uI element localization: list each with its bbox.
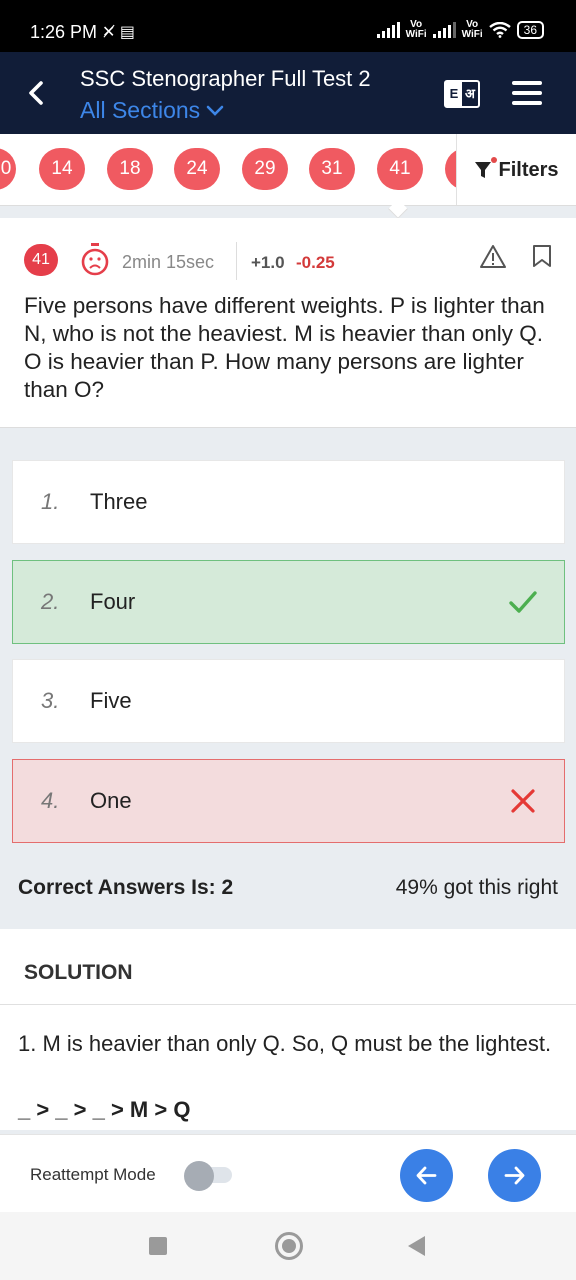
question-chip[interactable]: 18	[107, 148, 153, 190]
solution-text: 1. M is heavier than only Q. So, Q must …	[18, 1031, 552, 1056]
section-selector-label: All Sections	[80, 97, 201, 123]
option-number: 1.	[41, 489, 60, 514]
question-navigator: 0 14 18 24 29 31 41 Filters	[0, 134, 576, 206]
solution-equation: _ > _ > _ > M > Q	[18, 1097, 191, 1122]
time-taken: 2min 15sec	[122, 252, 215, 272]
app-header: SSC Stenographer Full Test 2 All Section…	[0, 52, 576, 134]
menu-icon[interactable]	[512, 81, 542, 105]
cross-icon	[511, 789, 535, 813]
page-title: SSC Stenographer Full Test 2	[80, 66, 371, 91]
reattempt-mode-label: Reattempt Mode	[30, 1165, 156, 1184]
option-3[interactable]: 3. Five	[12, 659, 565, 743]
recent-apps-icon[interactable]	[149, 1237, 167, 1255]
positive-marks: +1.0	[251, 253, 285, 272]
mute-icon: ✕̸ ▤	[102, 24, 135, 41]
option-text: One	[90, 788, 132, 813]
status-bar: 1:26 PM ✕̸ ▤ Vo WiFi Vo WiFi 36	[0, 0, 576, 52]
divider	[0, 1004, 576, 1005]
filter-icon	[474, 157, 498, 180]
option-number: 4.	[41, 788, 60, 813]
question-chip[interactable]: 29	[242, 148, 288, 190]
question-chip[interactable]: 24	[174, 148, 220, 190]
status-icons: Vo WiFi Vo WiFi 36	[376, 19, 544, 40]
question-text: Five persons have different weights. P i…	[24, 293, 545, 402]
arrow-left-icon	[416, 1166, 437, 1185]
back-button[interactable]	[22, 78, 52, 108]
back-arrow-icon	[29, 81, 43, 105]
section-selector[interactable]: All Sections	[80, 97, 224, 124]
percent-correct-label: 49% got this right	[395, 876, 558, 899]
filters-button[interactable]: Filters	[456, 134, 576, 205]
vowifi-label-2: Vo WiFi	[461, 19, 483, 40]
system-navigation-bar	[0, 1212, 576, 1280]
signal-icon	[376, 22, 400, 38]
reattempt-mode-toggle[interactable]	[184, 1161, 232, 1191]
signal-icon-2	[432, 22, 456, 38]
home-icon[interactable]	[275, 1232, 303, 1260]
question-chip-active[interactable]: 41	[377, 148, 423, 190]
option-2[interactable]: 2. Four	[12, 560, 565, 644]
arrow-right-icon	[504, 1166, 525, 1185]
back-nav-icon[interactable]	[408, 1236, 425, 1256]
solution-card: SOLUTION 1. M is heavier than only Q. So…	[0, 929, 576, 1130]
question-chip[interactable]: 14	[39, 148, 85, 190]
check-icon	[509, 591, 537, 613]
vowifi-label-1: Vo WiFi	[405, 19, 427, 40]
wifi-icon	[488, 22, 511, 38]
question-number-badge: 41	[24, 244, 58, 276]
lang-english-label: E	[446, 82, 462, 106]
question-chip[interactable]: 31	[309, 148, 355, 190]
bottom-bar: Reattempt Mode	[0, 1134, 576, 1212]
report-warning-icon[interactable]	[479, 244, 507, 270]
battery-icon: 36	[516, 21, 544, 39]
sad-timer-icon	[80, 242, 110, 278]
question-chip[interactable]: 0	[0, 148, 16, 190]
option-number: 2.	[41, 589, 60, 614]
option-text: Four	[90, 589, 136, 614]
option-number: 3.	[41, 688, 60, 713]
option-text: Five	[90, 688, 132, 713]
chevron-down-icon	[206, 105, 224, 116]
lang-hindi-label: अ	[465, 86, 475, 101]
language-toggle-button[interactable]: E अ	[444, 80, 480, 108]
bookmark-icon[interactable]	[532, 244, 552, 268]
status-time: 1:26 PM	[30, 22, 98, 42]
question-card: 41 2min 15sec +1.0 -0.25 Five persons ha…	[0, 218, 576, 428]
negative-marks: -0.25	[296, 253, 335, 272]
filters-label: Filters	[498, 158, 559, 181]
next-question-button[interactable]	[488, 1149, 541, 1202]
divider	[236, 242, 237, 280]
option-text: Three	[90, 489, 148, 514]
correct-answer-label: Correct Answers Is: 2	[18, 876, 234, 899]
previous-question-button[interactable]	[400, 1149, 453, 1202]
option-1[interactable]: 1. Three	[12, 460, 565, 544]
option-4[interactable]: 4. One	[12, 759, 565, 843]
solution-heading: SOLUTION	[24, 961, 133, 984]
